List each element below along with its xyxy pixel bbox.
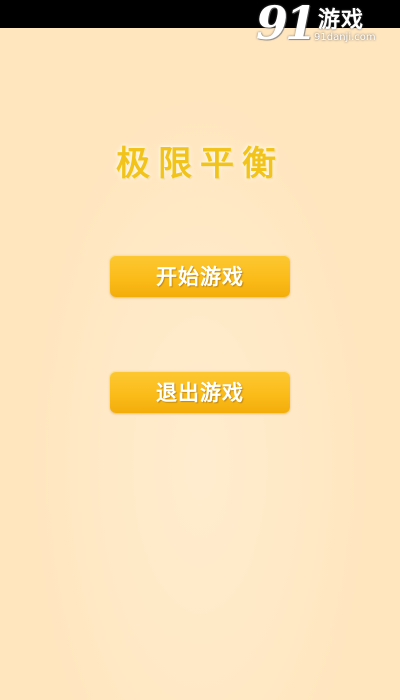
background-glow (0, 28, 400, 700)
exit-game-button[interactable]: 退出游戏 (110, 371, 290, 413)
game-title: 极限平衡 (116, 144, 284, 184)
start-game-label: 开始游戏 (156, 265, 244, 289)
start-game-button[interactable]: 开始游戏 (110, 255, 290, 297)
exit-game-label: 退出游戏 (156, 381, 244, 405)
watermark-url: 91danji.com (314, 32, 376, 43)
watermark-number: 91 (256, 0, 317, 50)
watermark-name: 游戏 (318, 8, 365, 33)
watermark-logo: 91 游戏 91danji.com (256, 0, 396, 52)
